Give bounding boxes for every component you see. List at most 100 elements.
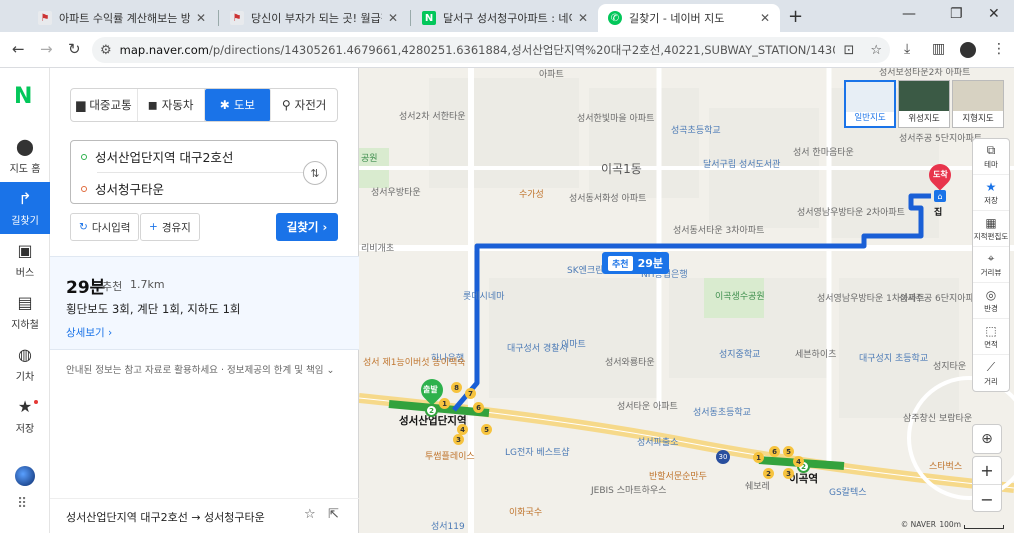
zoom-control: + − — [972, 456, 1002, 512]
site-info-icon[interactable]: ⚙ — [100, 43, 112, 58]
map-label: 성서동서화성 아파트 — [569, 194, 647, 204]
url-text[interactable]: map.naver.com/p/directions/14305261.4679… — [120, 42, 836, 58]
menu-icon[interactable]: ⋮ — [992, 41, 1006, 57]
disclaimer-text[interactable]: 안내된 정보는 참고 자료로 활용하세요 · 정보제공의 한계 및 책임 ⌄ — [66, 362, 334, 376]
tab-walk[interactable]: ✱ 도보 — [204, 89, 272, 121]
current-location-button[interactable]: ⊕ — [972, 424, 1002, 454]
directions-panel: ▆대중교통 ◼자동차 ✱도보 ⚲자전거 ✕ 성서산업단지역 대구2호선 성서청구… — [50, 68, 380, 533]
rail-item-subway[interactable]: ▤ 지하철 — [0, 286, 50, 338]
reload-icon[interactable]: ↻ — [68, 40, 81, 58]
map-label: 성서2차 서한타운 — [399, 112, 466, 122]
end-pin-label: 도착 — [933, 170, 948, 179]
rail-item-train[interactable]: ◍ 기차 — [0, 338, 50, 390]
map-label: 성서영남우방타운 2차아파트 — [797, 208, 905, 218]
tab-transit[interactable]: ▆ 대중교통 — [71, 89, 138, 121]
distance-button[interactable]: ⟋ 거리 — [973, 355, 1009, 391]
reset-button[interactable]: ↻ 다시입력 — [70, 213, 140, 241]
cadastral-button[interactable]: ▦ 지적편집도 — [973, 211, 1009, 247]
eta-badge[interactable]: 추천 29분 — [602, 252, 669, 274]
map-label: 성서동초등학교 — [693, 408, 751, 418]
waypoint-button[interactable]: + 경유지 — [140, 213, 200, 241]
search-directions-button[interactable]: 길찾기 › — [276, 213, 338, 241]
close-icon[interactable]: ✕ — [578, 11, 588, 25]
favorite-star-icon[interactable]: ☆ — [304, 507, 316, 522]
rail-label: 길찾기 — [11, 216, 39, 227]
line2-station-icon: 2 — [425, 404, 438, 417]
map-label: 쉐보레 — [745, 482, 770, 492]
mode-label: 자전거 — [294, 98, 327, 112]
swap-icon[interactable]: ⇅ — [303, 161, 327, 185]
apps-grid-icon[interactable]: ⠿ — [17, 496, 27, 512]
map-label: 성서주공 5단지아파트 — [899, 134, 983, 144]
bookmark-star-icon[interactable]: ☆ — [870, 43, 882, 58]
map-label: GS칼텍스 — [829, 488, 867, 498]
minimize-icon[interactable]: — — [902, 6, 916, 22]
plus-icon: + — [149, 221, 158, 233]
map-label: 성서와룡타운 — [605, 358, 655, 368]
map-label: 이화국수 — [509, 508, 543, 518]
home-icon[interactable]: ⌂ — [934, 190, 946, 202]
close-icon[interactable]: ✕ — [196, 11, 206, 25]
naver-logo[interactable]: N — [14, 86, 36, 108]
bike-icon: ⚲ — [281, 98, 291, 112]
map-label: 리비개초 — [361, 244, 395, 254]
browser-tab[interactable]: ⚑ 당신이 부자가 되는 곳! 월급쟁 ✕ — [220, 4, 408, 32]
rail-item-directions[interactable]: ↱ 길찾기 — [0, 182, 50, 234]
close-icon[interactable]: ✕ — [388, 11, 398, 25]
new-tab-button[interactable]: + — [788, 6, 803, 27]
tool-label: 면적 — [984, 339, 998, 349]
route-result[interactable]: 29분 추천 1.7km 횡단보도 3회, 계단 1회, 지하도 1회 상세보기… — [50, 256, 359, 350]
profile-avatar[interactable] — [960, 42, 976, 58]
mode-label: 대중교통 — [89, 98, 132, 112]
radius-button[interactable]: ◎ 반경 — [973, 283, 1009, 319]
download-icon[interactable]: ⤓ — [904, 41, 910, 57]
exit-number-icon: 1 — [439, 398, 450, 409]
tab-car[interactable]: ◼ 자동차 — [138, 89, 205, 121]
streetview-button[interactable]: ⌖ 거리뷰 — [973, 247, 1009, 283]
map-label: 이곡1동 — [601, 162, 642, 176]
layer-satellite[interactable]: 위성지도 — [898, 80, 950, 128]
back-icon[interactable]: ← — [12, 40, 25, 58]
details-label: 상세보기 — [66, 327, 105, 339]
area-button[interactable]: ⬚ 면적 — [973, 319, 1009, 355]
browser-tab[interactable]: ⚑ 아파트 수익률 계산해보는 방법 ✕ — [28, 4, 216, 32]
forward-icon[interactable]: → — [40, 40, 53, 58]
close-icon[interactable]: ✕ — [760, 11, 770, 25]
restore-icon[interactable]: ❐ — [950, 6, 963, 22]
theme-button[interactable]: ⧉ 테마 — [973, 139, 1009, 175]
browser-tab-active[interactable]: ✆ 길찾기 - 네이버 지도 ✕ — [598, 4, 780, 32]
tab-title: 달서구 성서청구아파트 : 네이버 — [443, 12, 572, 25]
origin-field[interactable]: 성서산업단지역 대구2호선 — [81, 141, 233, 172]
globe-icon[interactable] — [15, 466, 35, 486]
map-label: 이곡생수공원 — [715, 292, 765, 302]
zoom-out-button[interactable]: − — [973, 485, 1001, 513]
map-canvas[interactable]: 아파트 성서2차 서한타운 공원 성서우방타운 성서한빛마을 아파트 성곡초등학… — [359, 68, 1014, 533]
window-close-icon[interactable]: ✕ — [988, 6, 1000, 22]
side-panel-icon[interactable]: ▥ — [932, 41, 945, 57]
rail-item-home[interactable]: ⬤ 지도 홈 — [0, 130, 50, 182]
copyright-text: © NAVER — [900, 520, 936, 529]
map-label: SK엔크린 — [567, 266, 604, 276]
layer-normal[interactable]: 일반지도 — [844, 80, 896, 128]
details-link[interactable]: 상세보기 › — [66, 325, 112, 340]
saved-button[interactable]: ★ 저장 — [973, 175, 1009, 211]
tab-bike[interactable]: ⚲ 자전거 — [271, 89, 337, 121]
exit-number-icon: 5 — [481, 424, 492, 435]
layer-terrain[interactable]: 지형지도 — [952, 80, 1004, 128]
map-label: 삼주창신 보람타운 — [903, 414, 973, 424]
rail-item-bus[interactable]: ▣ 버스 — [0, 234, 50, 286]
travel-mode-tabs: ▆ 대중교통 ◼ 자동차 ✱ 도보 ⚲ 자전거 — [70, 88, 338, 122]
map-label: 성지타운 — [933, 362, 967, 372]
rail-item-saved[interactable]: ★ 저장 — [0, 390, 50, 442]
tool-label: 지적편집도 — [973, 231, 1009, 241]
install-app-icon[interactable]: ⊡ — [843, 43, 854, 58]
search-label: 길찾기 — [286, 220, 319, 234]
zoom-in-button[interactable]: + — [973, 457, 1001, 485]
share-icon[interactable]: ⇱ — [328, 507, 339, 522]
browser-tab[interactable]: N 달서구 성서청구아파트 : 네이버 ✕ — [412, 4, 598, 32]
reset-label: 다시입력 — [91, 221, 131, 234]
map-layer-switch: 일반지도 위성지도 지형지도 — [844, 80, 1004, 128]
destination-field[interactable]: 성서청구타운 — [81, 173, 164, 204]
bus-icon: ▆ — [76, 98, 86, 112]
address-bar[interactable]: ⚙ map.naver.com/p/directions/14305261.46… — [92, 37, 890, 63]
